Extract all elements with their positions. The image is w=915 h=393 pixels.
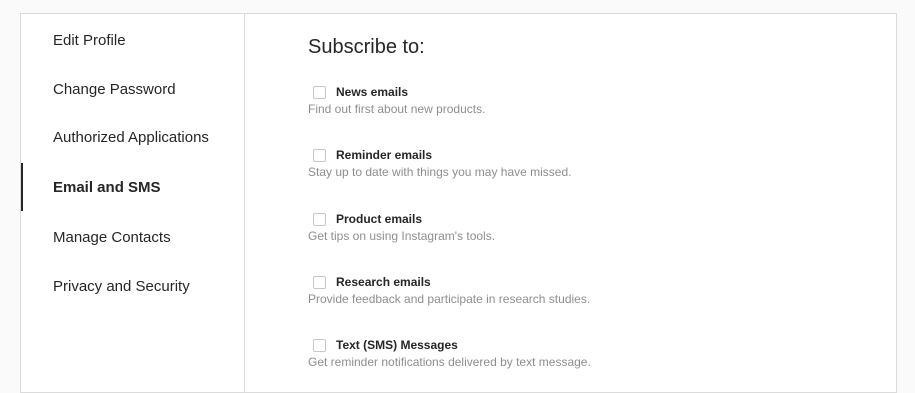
reminder-emails-option: Reminder emails Stay up to date with thi… xyxy=(308,146,868,179)
sidebar-item-label: Change Password xyxy=(53,80,176,98)
option-description: Get tips on using Instagram's tools. xyxy=(308,229,496,243)
sidebar-item-email-and-sms[interactable]: Email and SMS xyxy=(21,163,244,211)
research-emails-option: Research emails Provide feedback and par… xyxy=(308,273,868,306)
option-description: Stay up to date with things you may have… xyxy=(308,165,572,179)
option-label: Product emails xyxy=(336,212,423,226)
sidebar-item-manage-contacts[interactable]: Manage Contacts xyxy=(21,213,244,261)
page-title: Subscribe to: xyxy=(308,36,425,58)
option-label: Reminder emails xyxy=(336,148,433,162)
option-row: Research emails xyxy=(308,273,868,291)
sidebar-item-label: Privacy and Security xyxy=(53,277,190,295)
option-row: News emails xyxy=(308,83,868,101)
option-row: Text (SMS) Messages xyxy=(308,336,868,354)
option-row: Product emails xyxy=(308,210,868,228)
product-emails-checkbox[interactable] xyxy=(313,212,326,226)
sidebar-item-label: Edit Profile xyxy=(53,31,126,49)
product-emails-option: Product emails Get tips on using Instagr… xyxy=(308,210,868,243)
settings-panel: Edit Profile Change Password Authorized … xyxy=(20,13,897,393)
sidebar-item-label: Email and SMS xyxy=(53,178,161,196)
news-emails-option: News emails Find out first about new pro… xyxy=(308,83,868,116)
settings-sidebar: Edit Profile Change Password Authorized … xyxy=(21,14,245,392)
option-row: Reminder emails xyxy=(308,146,868,164)
sidebar-item-privacy-and-security[interactable]: Privacy and Security xyxy=(21,262,244,310)
option-label: Text (SMS) Messages xyxy=(336,338,458,352)
email-sms-settings: Subscribe to: News emails Find out first… xyxy=(245,14,896,392)
sidebar-item-edit-profile[interactable]: Edit Profile xyxy=(21,16,244,64)
option-description: Get reminder notifications delivered by … xyxy=(308,355,591,369)
option-description: Provide feedback and participate in rese… xyxy=(308,292,591,306)
option-label: News emails xyxy=(336,85,409,99)
sidebar-item-change-password[interactable]: Change Password xyxy=(21,65,244,113)
sms-messages-option: Text (SMS) Messages Get reminder notific… xyxy=(308,336,868,369)
sidebar-item-authorized-applications[interactable]: Authorized Applications xyxy=(21,113,244,161)
sms-messages-checkbox[interactable] xyxy=(313,338,326,352)
sidebar-item-label: Authorized Applications xyxy=(53,128,209,146)
reminder-emails-checkbox[interactable] xyxy=(313,148,326,162)
news-emails-checkbox[interactable] xyxy=(313,85,326,99)
option-description: Find out first about new products. xyxy=(308,102,486,116)
research-emails-checkbox[interactable] xyxy=(313,275,326,289)
sidebar-item-label: Manage Contacts xyxy=(53,228,171,246)
option-label: Research emails xyxy=(336,275,431,289)
